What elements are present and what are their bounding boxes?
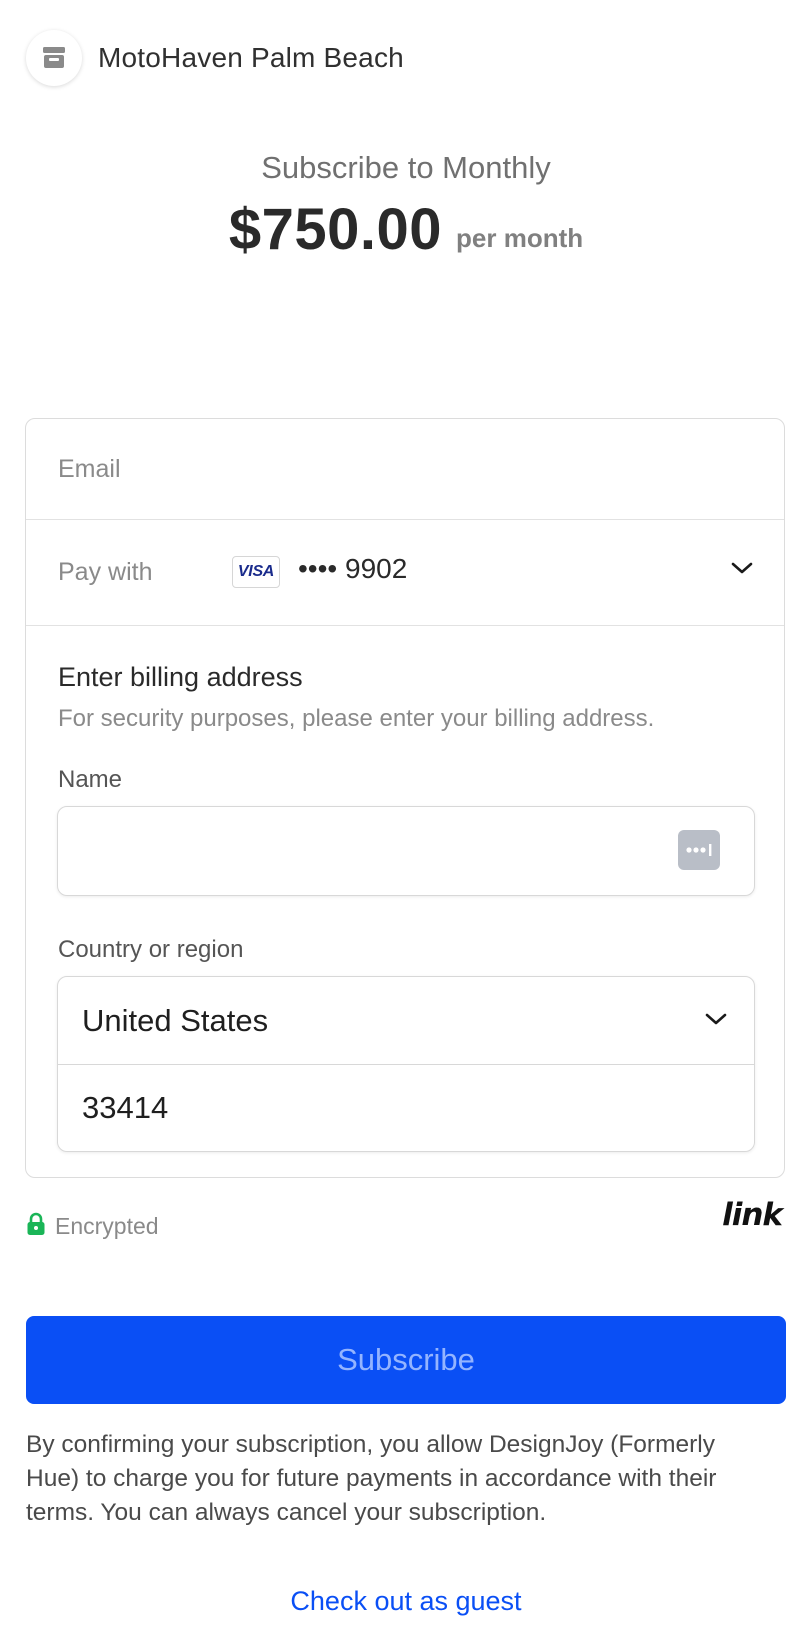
name-label: Name [58, 766, 123, 793]
subscription-title: Subscribe to Monthly [261, 150, 551, 185]
payment-method-selector[interactable]: Pay with VISA •••• 9902 [26, 520, 784, 626]
encrypted-indicator: Encrypted [26, 1212, 159, 1241]
price-period: per month [456, 223, 584, 253]
country-select[interactable]: United States [58, 977, 754, 1065]
billing-title: Enter billing address [58, 662, 303, 692]
name-field[interactable] [57, 806, 755, 896]
name-input[interactable] [58, 807, 644, 895]
merchant-name: MotoHaven Palm Beach [98, 42, 404, 73]
merchant-header: MotoHaven Palm Beach [26, 30, 404, 86]
chevron-down-icon [704, 1011, 728, 1032]
subscribe-button[interactable]: Subscribe [26, 1316, 786, 1404]
country-value: United States [82, 1002, 269, 1038]
country-label: Country or region [58, 936, 244, 963]
address-group: United States 33414 [57, 976, 755, 1152]
postal-code-value: 33414 [82, 1090, 169, 1125]
billing-address-section: Enter billing address For security purpo… [26, 626, 784, 1152]
email-label: Email [58, 454, 121, 483]
masked-card-number: •••• 9902 [298, 553, 408, 584]
subscription-terms: By confirming your subscription, you all… [26, 1431, 717, 1526]
autofill-keyboard-icon[interactable] [678, 830, 720, 870]
price-row: $750.00 per month [0, 196, 812, 263]
storefront-icon [26, 30, 82, 86]
lock-icon [26, 1212, 46, 1241]
postal-code-field[interactable]: 33414 [58, 1065, 754, 1151]
link-logo: link [722, 1197, 783, 1233]
email-field[interactable]: Email [26, 419, 784, 520]
billing-subtitle: For security purposes, please enter your… [58, 705, 655, 732]
chevron-down-icon[interactable] [730, 560, 754, 581]
encrypted-label: Encrypted [55, 1213, 159, 1239]
checkout-as-guest-link[interactable]: Check out as guest [0, 1586, 812, 1617]
pay-with-label: Pay with [58, 558, 153, 586]
price-amount: $750.00 [228, 197, 443, 262]
checkout-form-card: Email Pay with VISA •••• 9902 Enter bill… [25, 418, 785, 1178]
visa-card-icon: VISA [232, 556, 280, 588]
